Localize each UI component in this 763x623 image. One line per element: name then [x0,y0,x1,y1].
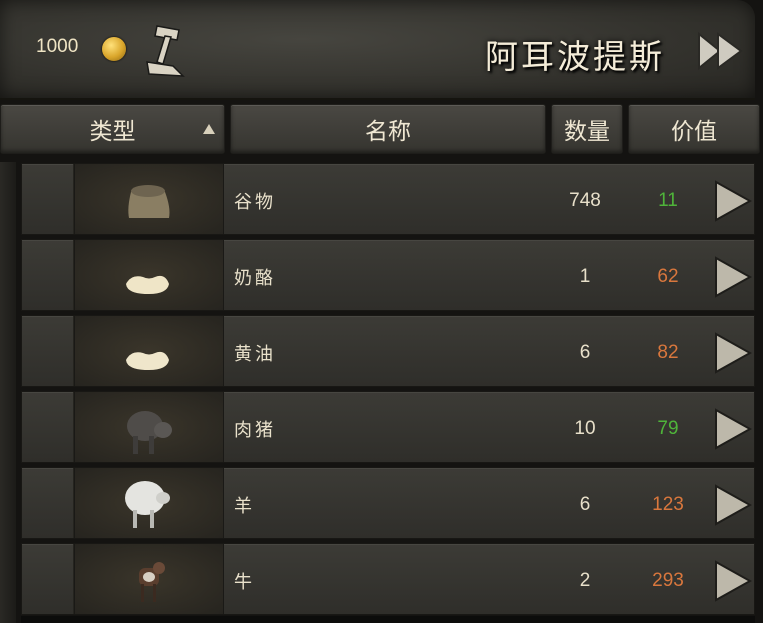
item-row-grain[interactable]: 谷物 748 11 [21,163,755,235]
row-margin [22,240,74,310]
sheep-icon [125,481,170,528]
sell-arrow-icon[interactable] [712,560,752,602]
hammer-icon[interactable] [143,22,189,78]
gold-amount: 1000 [36,36,79,57]
column-value[interactable]: 价值 [628,104,760,154]
item-row-butter[interactable]: 黄油 6 82 [21,315,755,387]
item-quantity: 1 [579,266,591,287]
butter-icon [126,351,169,370]
column-type[interactable]: 类型 [0,104,225,154]
item-thumbnail [74,240,224,310]
item-name: 牛 [234,572,255,593]
inventory-header: 1000 阿耳波提斯 [0,0,755,100]
item-thumbnail [74,468,224,538]
item-price: 62 [657,266,679,287]
item-thumbnail [74,164,224,234]
double-arrow-icon[interactable] [696,31,744,71]
item-price: 293 [652,570,684,591]
item-thumbnail [74,392,224,462]
grain-sack-icon [128,185,170,218]
row-margin [22,164,74,234]
scroll-track [0,162,16,623]
cheese-icon [126,275,169,294]
item-name: 奶酪 [234,268,276,289]
item-row-cow[interactable]: 牛 2 293 [21,543,755,615]
item-name: 黄油 [234,344,276,365]
sell-arrow-icon[interactable] [712,180,752,222]
column-quantity[interactable]: 数量 [551,104,623,154]
item-quantity: 748 [569,190,601,211]
item-price: 123 [652,494,684,515]
cow-icon [139,562,165,602]
row-margin [22,392,74,462]
coin-icon [102,37,126,61]
column-type-label: 类型 [89,119,136,145]
item-quantity: 2 [579,570,591,591]
item-row-hog[interactable]: 肉猪 10 79 [21,391,755,463]
item-name: 羊 [234,496,255,517]
town-name: 阿耳波提斯 [485,37,665,76]
item-quantity: 10 [574,418,596,439]
list-bottom-edge [21,616,755,623]
item-name: 谷物 [234,192,276,213]
item-price: 82 [657,342,679,363]
item-thumbnail [74,544,224,614]
item-price: 11 [658,190,678,211]
row-margin [22,468,74,538]
hog-icon [127,411,172,454]
item-quantity: 6 [579,494,591,515]
item-row-sheep[interactable]: 羊 6 123 [21,467,755,539]
sell-arrow-icon[interactable] [712,408,752,450]
row-margin [22,316,74,386]
column-name[interactable]: 名称 [230,104,546,154]
item-name: 肉猪 [234,420,276,441]
item-quantity: 6 [579,342,591,363]
sell-arrow-icon[interactable] [712,484,752,526]
item-row-cheese[interactable]: 奶酪 1 62 [21,239,755,311]
sell-arrow-icon[interactable] [712,332,752,374]
sell-arrow-icon[interactable] [712,256,752,298]
item-price: 79 [657,418,679,439]
column-value-label: 价值 [671,119,717,145]
item-thumbnail [74,316,224,386]
column-name-label: 名称 [365,119,411,145]
sort-ascending-icon [203,124,215,134]
column-quantity-label: 数量 [564,119,610,145]
row-margin [22,544,74,614]
